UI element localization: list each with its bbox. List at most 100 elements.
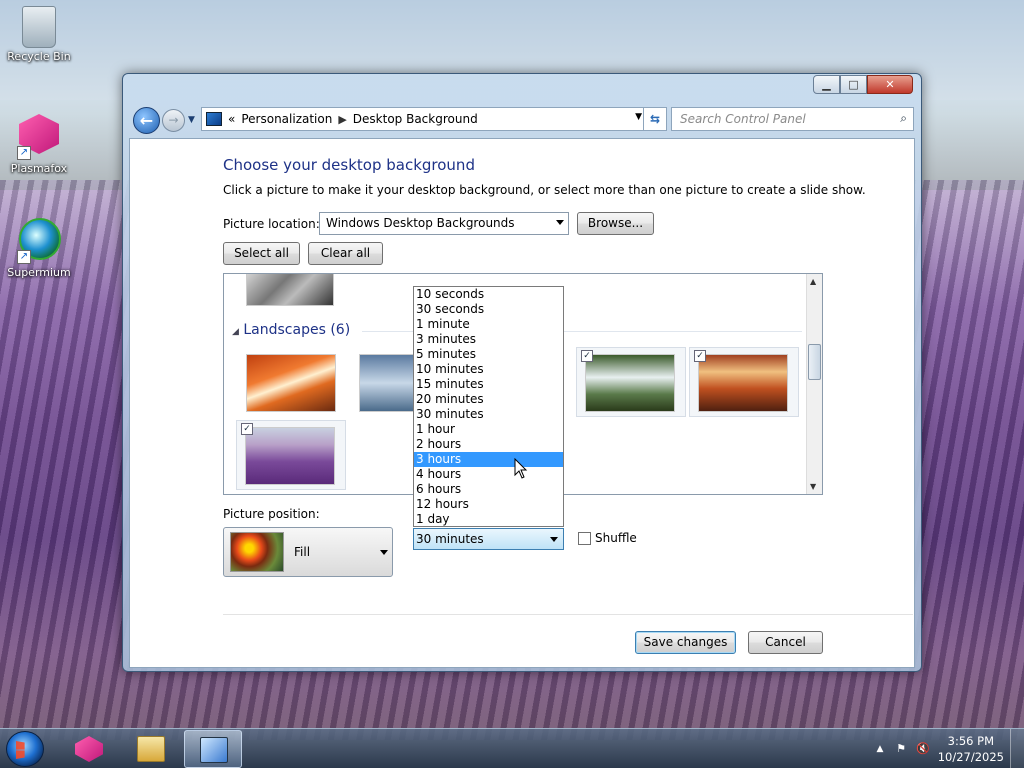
- clock-time: 3:56 PM: [947, 734, 995, 748]
- picture-thumbnail[interactable]: [359, 354, 419, 412]
- navigation-bar: ← → ▼ « Personalization ▶ Desktop Backgr…: [131, 106, 914, 134]
- select-all-button[interactable]: Select all: [223, 242, 300, 265]
- shortcut-arrow-icon: ↗: [17, 146, 31, 160]
- desktop-icon-label: Recycle Bin: [7, 50, 71, 63]
- checkbox-checked-icon[interactable]: ✓: [694, 350, 706, 362]
- action-center-flag-icon[interactable]: ⚑: [894, 742, 908, 756]
- picture-thumbnail[interactable]: [246, 274, 334, 306]
- forward-button[interactable]: →: [162, 109, 185, 132]
- plasmafox-icon: [75, 736, 103, 762]
- address-dropdown-icon[interactable]: ▼: [635, 112, 642, 122]
- interval-option[interactable]: 10 seconds: [414, 287, 563, 302]
- picture-location-select[interactable]: Windows Desktop Backgrounds: [319, 212, 569, 235]
- taskbar-explorer[interactable]: [122, 730, 180, 768]
- gallery-scrollbar[interactable]: ▲ ▼: [806, 274, 822, 494]
- interval-option[interactable]: 6 hours: [414, 482, 563, 497]
- group-header-landscapes[interactable]: ◢ Landscapes (6): [232, 322, 803, 338]
- search-icon[interactable]: ⌕: [900, 111, 907, 126]
- interval-option[interactable]: 10 minutes: [414, 362, 563, 377]
- address-bar[interactable]: « Personalization ▶ Desktop Background ▼: [201, 107, 647, 131]
- scroll-up-arrow-icon[interactable]: ▲: [810, 277, 816, 286]
- checkbox-checked-icon[interactable]: ✓: [241, 423, 253, 435]
- shuffle-checkbox[interactable]: [578, 532, 591, 545]
- close-button[interactable]: ✕: [867, 75, 913, 94]
- browse-button[interactable]: Browse...: [577, 212, 654, 235]
- chevron-down-icon: [550, 537, 558, 542]
- interval-option[interactable]: 30 minutes: [414, 407, 563, 422]
- interval-value: 30 minutes: [416, 532, 484, 546]
- interval-option[interactable]: 15 minutes: [414, 377, 563, 392]
- content-pane: Choose your desktop background Click a p…: [129, 138, 915, 668]
- interval-option[interactable]: 1 hour: [414, 422, 563, 437]
- address-prefix: «: [228, 112, 236, 126]
- taskbar-plasmafox[interactable]: [60, 730, 118, 768]
- recent-pages-dropdown[interactable]: ▼: [188, 115, 195, 125]
- search-input[interactable]: Search Control Panel ⌕: [671, 107, 914, 131]
- desktop-icon-label: Supermium: [7, 266, 71, 279]
- supermium-icon: ↗: [15, 216, 63, 264]
- interval-option[interactable]: 3 minutes: [414, 332, 563, 347]
- control-panel-icon: [200, 737, 228, 763]
- desktop-icon-recycle-bin[interactable]: Recycle Bin: [1, 6, 77, 63]
- refresh-button[interactable]: ⇆: [643, 107, 667, 131]
- breadcrumb-personalization[interactable]: Personalization: [241, 112, 332, 126]
- picture-position-value: Fill: [294, 545, 311, 559]
- interval-option[interactable]: 20 minutes: [414, 392, 563, 407]
- save-changes-button[interactable]: Save changes: [635, 631, 736, 654]
- clock-date: 10/27/2025: [937, 750, 1004, 764]
- control-panel-icon: [206, 112, 222, 126]
- interval-option[interactable]: 1 minute: [414, 317, 563, 332]
- interval-option[interactable]: 3 hours: [414, 452, 563, 467]
- taskbar-control-panel[interactable]: [184, 730, 242, 768]
- show-hidden-icons-icon[interactable]: ▲: [873, 742, 887, 756]
- chevron-down-icon: [556, 220, 564, 225]
- footer-divider: [223, 614, 913, 615]
- show-desktop-button[interactable]: [1010, 729, 1024, 768]
- collapse-triangle-icon: ◢: [232, 327, 239, 337]
- interval-option[interactable]: 2 hours: [414, 437, 563, 452]
- picture-thumbnail-selected[interactable]: ✓: [689, 347, 799, 417]
- search-placeholder: Search Control Panel: [680, 112, 806, 126]
- breadcrumb-separator-icon: ▶: [338, 112, 347, 126]
- position-preview-image: [230, 532, 284, 572]
- interval-option[interactable]: 5 minutes: [414, 347, 563, 362]
- volume-muted-icon[interactable]: 🔇: [916, 742, 930, 756]
- scrollbar-thumb[interactable]: [808, 344, 821, 380]
- change-picture-interval-select[interactable]: 30 minutes: [413, 528, 564, 550]
- breadcrumb-desktop-background[interactable]: Desktop Background: [353, 112, 478, 126]
- plasmafox-icon: ↗: [15, 112, 63, 160]
- cancel-button[interactable]: Cancel: [748, 631, 823, 654]
- maximize-button[interactable]: □: [840, 75, 867, 94]
- interval-dropdown-list[interactable]: 10 seconds 30 seconds 1 minute 3 minutes 5 m…: [413, 286, 564, 527]
- start-button[interactable]: [6, 731, 44, 767]
- interval-option[interactable]: 1 day: [414, 512, 563, 527]
- interval-option[interactable]: 4 hours: [414, 467, 563, 482]
- control-panel-window: ▁ □ ✕ ← → ▼ « Personalization ▶ Desktop …: [122, 73, 922, 672]
- folder-icon: [137, 736, 165, 762]
- scroll-down-arrow-icon[interactable]: ▼: [810, 482, 816, 491]
- taskbar: ▲ ⚑ 🔇 3:56 PM 10/27/2025: [0, 728, 1024, 768]
- picture-thumbnail-selected[interactable]: ✓: [236, 420, 346, 490]
- picture-thumbnail[interactable]: [246, 354, 336, 412]
- minimize-button[interactable]: ▁: [813, 75, 840, 94]
- desktop-icon-supermium[interactable]: ↗ Supermium: [1, 216, 77, 279]
- shortcut-arrow-icon: ↗: [17, 250, 31, 264]
- picture-thumbnail-selected[interactable]: ✓: [576, 347, 686, 417]
- page-title: Choose your desktop background: [223, 156, 475, 174]
- picture-position-label: Picture position:: [223, 507, 320, 521]
- shuffle-label[interactable]: Shuffle: [595, 531, 637, 545]
- mouse-cursor-icon: [514, 457, 530, 483]
- picture-position-select[interactable]: Fill: [223, 527, 393, 577]
- interval-option[interactable]: 12 hours: [414, 497, 563, 512]
- picture-location-value: Windows Desktop Backgrounds: [326, 216, 515, 230]
- group-header-label: Landscapes (6): [243, 322, 351, 338]
- clock[interactable]: 3:56 PM 10/27/2025: [938, 733, 1004, 765]
- back-button[interactable]: ←: [133, 107, 160, 134]
- desktop-icon-plasmafox[interactable]: ↗ Plasmafox: [1, 112, 77, 175]
- checkbox-checked-icon[interactable]: ✓: [581, 350, 593, 362]
- windows-logo-icon: [16, 741, 25, 759]
- interval-option[interactable]: 30 seconds: [414, 302, 563, 317]
- chevron-down-icon: [380, 550, 388, 555]
- system-tray: ▲ ⚑ 🔇 3:56 PM 10/27/2025: [864, 729, 1024, 768]
- clear-all-button[interactable]: Clear all: [308, 242, 383, 265]
